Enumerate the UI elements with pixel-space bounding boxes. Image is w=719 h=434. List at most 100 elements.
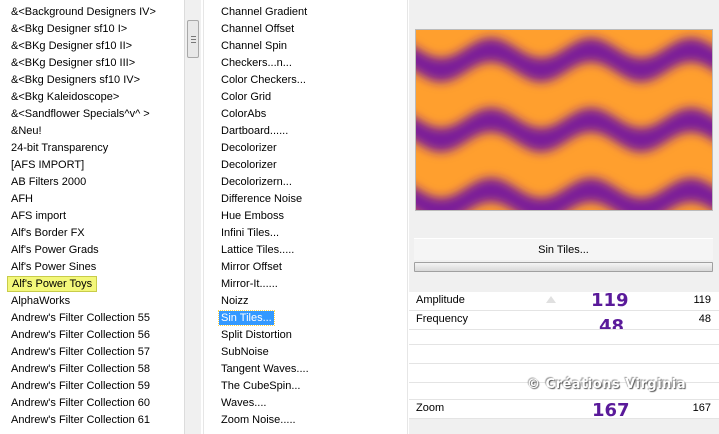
list-item[interactable]: Color Checkers... [204,72,404,89]
list-item[interactable]: &<BKg Designer sf10 II> [0,38,184,55]
list-item[interactable]: Channel Offset [204,21,404,38]
list-item[interactable]: Channel Gradient [204,4,404,21]
list-item[interactable]: 24-bit Transparency [0,140,184,157]
list-item-label: AB Filters 2000 [11,176,87,188]
list-item-label: Andrew's Filter Collection 60 [11,397,151,409]
list-item[interactable]: Alf's Power Grads [0,242,184,259]
list-item[interactable]: Decolorizer [204,140,404,157]
list-item[interactable]: &<Bkg Designer sf10 I> [0,21,184,38]
list-item[interactable]: Channel Spin [204,38,404,55]
list-item-label: SubNoise [221,346,269,358]
list-item-label: 24-bit Transparency [11,142,109,154]
list-item[interactable]: Alf's Border FX [0,225,184,242]
filter-name-label: Sin Tiles... [414,238,713,260]
list-item[interactable]: Alf's Power Sines [0,259,184,276]
list-item[interactable]: AlphaWorks [0,293,184,310]
param-row-frequency[interactable]: Frequency 48 48 [409,311,719,337]
list-item[interactable]: Zoom Noise..... [204,412,404,429]
list-item[interactable]: AFS import [0,208,184,225]
list-item-label: [AFS IMPORT] [11,159,85,171]
param-big-value: 119 [591,290,629,311]
list-item[interactable]: &<Background Designers IV> [0,4,184,21]
wave-pattern [416,30,712,210]
list-item[interactable]: Decolorizer [204,157,404,174]
list-item[interactable]: Mirror Offset [204,259,404,276]
list-item[interactable]: Decolorizern... [204,174,404,191]
list-item[interactable]: Mirror-It...... [204,276,404,293]
param-value[interactable]: 48 [699,313,711,325]
list-item[interactable]: Andrew's Filter Collection 59 [0,378,184,395]
list-item[interactable]: SubNoise [204,344,404,361]
list-item-label: Alf's Power Sines [11,261,97,273]
list-item-label: Alf's Border FX [11,227,85,239]
list-item-label: Checkers...n... [221,57,292,69]
list-item-label: Infini Tiles... [221,227,280,239]
list-item[interactable]: &<Bkg Designers sf10 IV> [0,72,184,89]
list-item-label: AFS import [11,210,67,222]
list-item[interactable]: Andrew's Filter Collection 57 [0,344,184,361]
list-item-label: Noizz [221,295,249,307]
filter-preview-image [415,29,713,211]
list-item-label: &<Bkg Designers sf10 IV> [11,74,141,86]
list-item[interactable]: Tangent Waves.... [204,361,404,378]
list-item[interactable]: Waves.... [204,395,404,412]
list-item[interactable]: Hue Emboss [204,208,404,225]
list-item-label: Lattice Tiles..... [221,244,295,256]
filter-list[interactable]: Channel Gradient Channel Offset Channel Sp… [204,4,404,429]
list-item-label: Mirror-It...... [221,278,278,290]
list-item[interactable]: Andrew's Filter Collection 60 [0,395,184,412]
list-item[interactable]: Color Grid [204,89,404,106]
list-item-label: Decolorizer [221,142,277,154]
list-item-label: Andrew's Filter Collection 59 [11,380,151,392]
param-row-empty [409,345,719,363]
list-item-label: Sin Tiles... [218,310,275,326]
list-item-label: Dartboard...... [221,125,289,137]
list-item[interactable]: Split Distortion [204,327,404,344]
param-value[interactable]: 119 [693,294,711,306]
category-scrollbar[interactable] [184,0,201,434]
list-item[interactable]: Difference Noise [204,191,404,208]
list-item-label: ColorAbs [221,108,267,120]
list-item-label: Tangent Waves.... [221,363,309,375]
list-item-label: Hue Emboss [221,210,284,222]
list-item[interactable]: Infini Tiles... [204,225,404,242]
list-item-label: Andrew's Filter Collection 55 [11,312,151,324]
param-row-zoom[interactable]: Zoom 167 167 [409,400,719,421]
scrollbar-thumb[interactable] [187,20,199,58]
list-item[interactable]: AFH [0,191,184,208]
list-item-label: Color Checkers... [221,74,306,86]
list-item[interactable]: &Neu! [0,123,184,140]
list-item[interactable]: Lattice Tiles..... [204,242,404,259]
list-item[interactable]: Alf's Power Toys [0,276,184,293]
list-item-label: &Neu! [11,125,42,137]
list-item[interactable]: Noizz [204,293,404,310]
list-item[interactable]: &<Sandflower Specials^v^ > [0,106,184,123]
list-item-label: Split Distortion [221,329,292,341]
list-item-label: Mirror Offset [221,261,282,273]
list-item[interactable]: Andrew's Filter Collection 56 [0,327,184,344]
list-item-label: &<Bkg Designer sf10 I> [11,23,128,35]
list-item[interactable]: ColorAbs [204,106,404,123]
list-item-label: Difference Noise [221,193,303,205]
param-row-amplitude[interactable]: Amplitude 119 119 [409,290,719,311]
list-item-label: Waves.... [221,397,267,409]
list-item-label: Zoom Noise..... [221,414,296,426]
list-item[interactable]: AB Filters 2000 [0,174,184,191]
param-label: Frequency [416,313,468,325]
list-item[interactable]: Andrew's Filter Collection 58 [0,361,184,378]
list-item[interactable]: Checkers...n... [204,55,404,72]
list-item[interactable]: &<Bkg Kaleidoscope> [0,89,184,106]
list-item[interactable]: The CubeSpin... [204,378,404,395]
list-item[interactable]: Andrew's Filter Collection 55 [0,310,184,327]
slider-pointer-icon [546,296,556,303]
param-row-empty [409,330,719,344]
list-item[interactable]: &<BKg Designer sf10 III> [0,55,184,72]
list-item[interactable]: Andrew's Filter Collection 61 [0,412,184,429]
param-label: Zoom [416,402,445,414]
settings-panel: Sin Tiles... Amplitude 119 119 Frequency… [409,0,719,434]
list-item[interactable]: [AFS IMPORT] [0,157,184,174]
list-item[interactable]: Sin Tiles... [204,310,404,327]
list-item[interactable]: Dartboard...... [204,123,404,140]
param-value[interactable]: 167 [693,402,711,414]
category-list[interactable]: &<Background Designers IV> &<Bkg Designer… [0,4,184,429]
